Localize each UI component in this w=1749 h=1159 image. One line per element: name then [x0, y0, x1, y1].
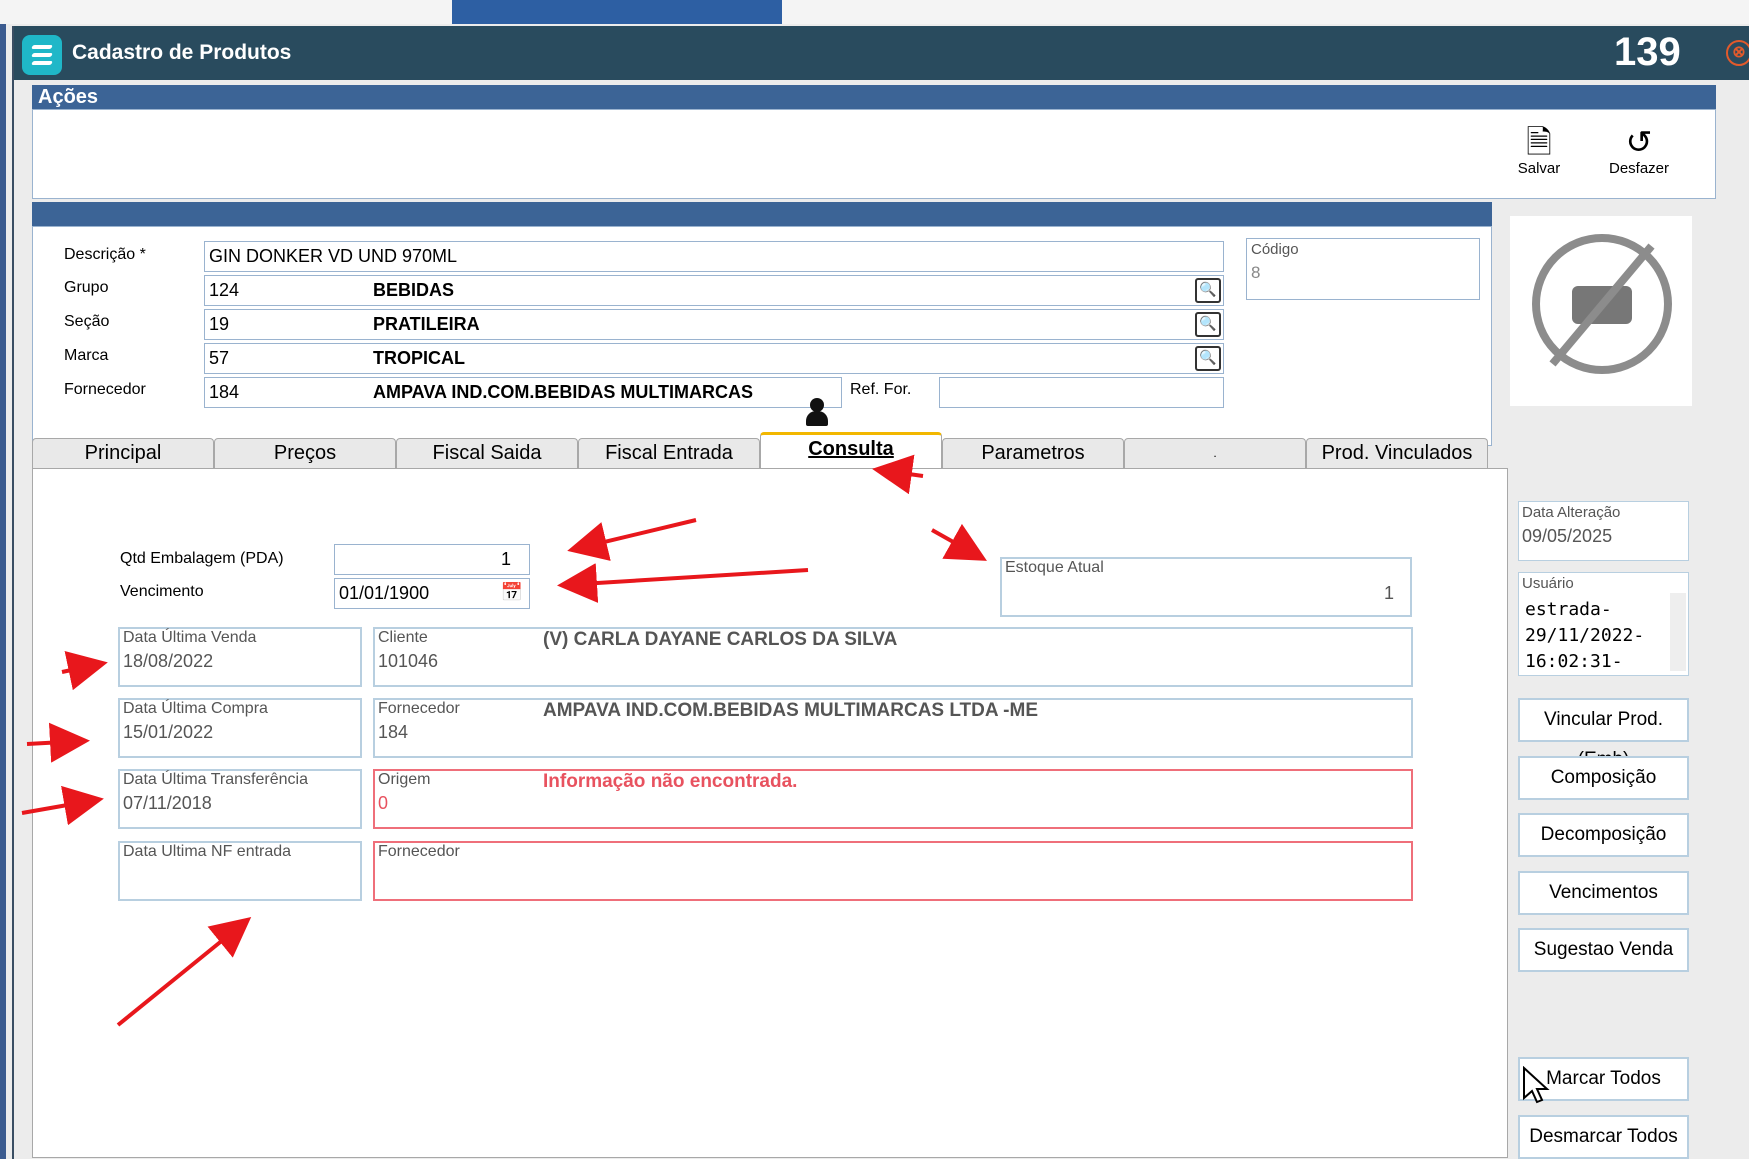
- annotation-arrows: [21, 454, 987, 1027]
- arrow-to-consulta-tab: [872, 454, 924, 495]
- arrow-to-ultima-venda: [61, 651, 108, 691]
- arrow-to-ultima-nf: [116, 916, 252, 1027]
- arrow-to-ultima-compra: [26, 722, 90, 763]
- arrow-to-estoque-atual: [931, 523, 987, 561]
- arrow-to-ultima-transferencia: [21, 785, 104, 826]
- arrow-to-vencimento: [557, 563, 809, 603]
- arrow-to-qtd-embalagem: [567, 518, 697, 561]
